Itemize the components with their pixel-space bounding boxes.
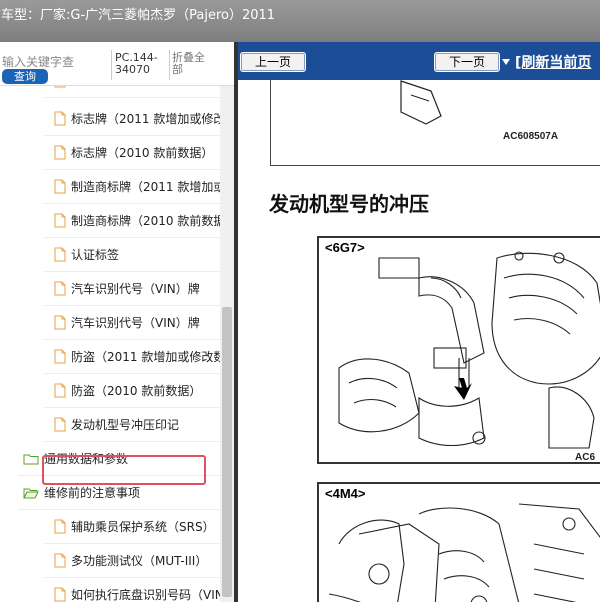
tree-item-srs[interactable]: 辅助乘员保护系统（SRS） (44, 510, 220, 544)
document-viewer: 上一页 下一页 [刷新当前页 AC608507A 发动机型号的冲压 <6G7> … (238, 42, 600, 602)
tree-item-vin-plate[interactable]: 汽车识别代号（VIN）牌 (44, 306, 220, 340)
pc-code-label: PC.144-34070 (115, 51, 158, 76)
tree-item-label: 制造商标牌（2011 款增加或修改数据） (71, 180, 220, 194)
engine-figure-4m4: <4M4> (317, 482, 600, 602)
figure-tag: <6G7> (323, 240, 367, 255)
engine-figure-6g7: <6G7> AC6 (317, 236, 600, 464)
engine-drawing-4m4 (328, 503, 600, 602)
tree-folder-label: 维修前的注意事项 (44, 486, 141, 500)
tree-item-anti-theft-2010[interactable]: 防盗（2010 款前数据） (44, 374, 220, 408)
page-nav-bar: 上一页 下一页 [刷新当前页 (238, 42, 600, 80)
document-page: AC608507A 发动机型号的冲压 <6G7> AC6 <4M4> (238, 80, 600, 602)
fold-all-button[interactable]: 折叠全部 (172, 52, 214, 76)
dropdown-arrow-icon[interactable] (502, 59, 510, 65)
search-button[interactable]: 查询 (2, 69, 48, 84)
refresh-page-link[interactable]: [刷新当前页 (515, 52, 591, 72)
document-icon (54, 111, 66, 126)
tree-item-label: 防盗（2011 款增加或修改数据） (71, 350, 220, 364)
document-icon (54, 315, 66, 330)
tree-item-mut-iii[interactable]: 多功能测试仪（MUT-III） (44, 544, 220, 578)
tree-item-label: 如何执行底盘识别号码（VIN） (71, 588, 220, 602)
engine-drawing-6g7 (338, 251, 600, 449)
toolbar-divider (111, 50, 112, 80)
toolbar-divider (169, 50, 170, 80)
tree-item-vin-plate[interactable]: 汽车识别代号（VIN）牌 (44, 272, 220, 306)
figure-code: AC6 (575, 452, 596, 463)
section-title: 发动机型号的冲压 (269, 192, 429, 216)
tree-item-label: 辅助乘员保护系统（SRS） (71, 520, 215, 534)
tree-item-nameplate-2010[interactable]: 标志牌（2010 款前数据） (44, 136, 220, 170)
search-input[interactable] (2, 54, 110, 70)
tree-item-label: 标志牌（2011 款增加或修改数据） (71, 112, 220, 126)
tree-item-anti-theft-2011[interactable]: 防盗（2011 款增加或修改数据） (44, 340, 220, 374)
tree-item-certification-label[interactable]: 认证标签 (44, 238, 220, 272)
tree-item-label: 汽车识别代号（VIN）牌 (71, 282, 200, 296)
tree-item-maker-plate-2011[interactable]: 制造商标牌（2011 款增加或修改数据） (44, 170, 220, 204)
document-icon (54, 247, 66, 262)
tree-item-label: 标志牌（2010 款前数据） (71, 146, 214, 160)
tree-item-label: 认证标签 (71, 248, 120, 262)
document-icon (54, 587, 66, 602)
tree-item-label: 制造商标牌（2010 款前数据） (71, 214, 220, 228)
tree-item-label: 多功能测试仪（MUT-III） (71, 554, 208, 568)
folder-icon (23, 454, 39, 464)
document-icon (54, 519, 66, 534)
document-icon (54, 145, 66, 160)
tree-item-engine-stamp[interactable]: 发动机型号冲压印记 (44, 408, 220, 442)
document-icon (54, 383, 66, 398)
prev-page-button[interactable]: 上一页 (240, 52, 306, 72)
figure-tag: <4M4> (323, 486, 368, 501)
document-icon (54, 553, 66, 568)
tree-scrollbar-thumb[interactable] (222, 307, 232, 597)
previous-figure: AC608507A (270, 80, 600, 166)
document-icon (54, 417, 66, 432)
tree-item-nameplate-2011[interactable]: 标志牌（2011 款增加或修改数据） (44, 102, 220, 136)
document-icon (54, 213, 66, 228)
document-icon (54, 349, 66, 364)
previous-figure-drawing (400, 80, 442, 125)
tree-item-label: 防盗（2010 款前数据） (71, 384, 202, 398)
search-toolbar: 查询 PC.144-34070 折叠全部 (0, 42, 234, 86)
folder-open-icon (23, 488, 39, 498)
selected-item-highlight (42, 455, 206, 485)
document-icon (54, 179, 66, 194)
document-icon (54, 281, 66, 296)
tree-item-label: 汽车识别代号（VIN）牌 (71, 316, 200, 330)
document-icon (54, 86, 66, 88)
tree-item-label: 发动机型号冲压印记 (71, 418, 180, 432)
tree-item-vin-procedure[interactable]: 如何执行底盘识别号码（VIN） (44, 578, 220, 602)
next-page-button[interactable]: 下一页 (434, 52, 500, 72)
window-title-bar: 前车型：厂家:G-广汽三菱帕杰罗（Pajero）2011 (0, 0, 600, 42)
document-tree: 标志牌（2011 款增加或修改数据） 标志牌（2010 款前数据） 制造商标牌（… (0, 86, 220, 602)
figure-code: AC608507A (503, 131, 559, 142)
window-title: 前车型：厂家:G-广汽三菱帕杰罗（Pajero）2011 (0, 8, 276, 23)
navigation-panel: 查询 PC.144-34070 折叠全部 标志牌（2011 款增加或修改数据） … (0, 42, 234, 602)
tree-item-partial[interactable] (44, 86, 220, 98)
tree-item-maker-plate-2010[interactable]: 制造商标牌（2010 款前数据） (44, 204, 220, 238)
